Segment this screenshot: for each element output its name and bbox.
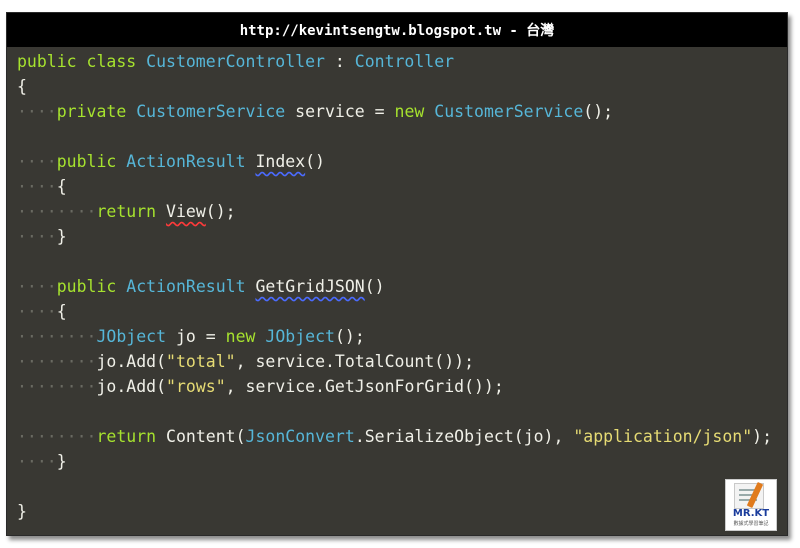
- close-brace: }: [56, 452, 67, 471]
- indent-marker: ····: [17, 452, 57, 471]
- code-text: jo.Add(: [96, 377, 167, 396]
- code-line: ····}: [17, 449, 777, 474]
- code-line: ········JObject jo = new JObject();: [17, 324, 777, 349]
- indent-marker: ····: [17, 277, 57, 296]
- indent-marker: ····: [56, 327, 97, 346]
- blog-url-title: http://kevintsengtw.blogspot.tw - 台灣: [7, 13, 787, 47]
- indent-marker: ····: [17, 377, 57, 396]
- indent-marker: ····: [17, 152, 57, 171]
- string-literal: "rows": [166, 377, 226, 396]
- code-line: ········return View();: [17, 199, 777, 224]
- method-name: Index: [255, 152, 306, 171]
- type-name: CustomerService: [434, 102, 584, 121]
- keyword: return: [96, 427, 167, 446]
- type-name: Controller: [354, 52, 455, 71]
- string-literal: "total": [166, 352, 236, 371]
- keyword: new: [225, 327, 266, 346]
- code-text: :: [324, 52, 355, 71]
- type-name: ActionResult: [126, 152, 246, 171]
- code-line: ····public ActionResult GetGridJSON(): [17, 274, 777, 299]
- indent-marker: ····: [56, 202, 97, 221]
- keyword: public class: [17, 52, 147, 71]
- code-screenshot-frame: http://kevintsengtw.blogspot.tw - 台灣 pub…: [6, 12, 788, 536]
- code-text: );: [752, 427, 773, 446]
- code-text: ();: [334, 327, 365, 346]
- logo-subtitle: 數據式學習筆記: [733, 521, 769, 527]
- code-line: }: [17, 499, 777, 524]
- code-text: ();: [205, 202, 236, 221]
- code-line: ····{: [17, 299, 777, 324]
- type-name: CustomerController: [146, 52, 325, 71]
- code-line: {: [17, 74, 777, 99]
- code-text: Content(: [166, 427, 246, 446]
- indent-marker: ····: [56, 427, 97, 446]
- keyword: new: [394, 102, 435, 121]
- code-text: , service.TotalCount());: [235, 352, 475, 371]
- type-name: JsonConvert: [245, 427, 355, 446]
- keyword: public: [56, 152, 127, 171]
- code-block: public class CustomerController : Contro…: [17, 49, 777, 524]
- open-brace: {: [56, 177, 67, 196]
- method-name: GetGridJSON: [255, 277, 365, 296]
- keyword: return: [96, 202, 167, 221]
- mrkt-logo: MR.KT 數據式學習筆記: [725, 479, 777, 531]
- code-line: ········jo.Add("rows", service.GetJsonFo…: [17, 374, 777, 399]
- indent-marker: ····: [17, 327, 57, 346]
- keyword: private: [56, 102, 137, 121]
- keyword: public: [56, 277, 127, 296]
- code-line: public class CustomerController : Contro…: [17, 49, 777, 74]
- indent-marker: ····: [17, 177, 57, 196]
- indent-marker: ····: [17, 227, 57, 246]
- indent-marker: ····: [17, 427, 57, 446]
- code-line: ········jo.Add("total", service.TotalCou…: [17, 349, 777, 374]
- indent-marker: ····: [56, 377, 97, 396]
- code-text: service =: [285, 102, 395, 121]
- code-line: ····{: [17, 174, 777, 199]
- string-literal: "application/json": [573, 427, 753, 446]
- indent-marker: ····: [17, 302, 57, 321]
- indent-marker: ····: [17, 352, 57, 371]
- open-brace: {: [17, 77, 27, 96]
- type-name: JObject: [265, 327, 335, 346]
- method-name: View: [166, 202, 206, 221]
- code-text: (): [364, 277, 385, 296]
- code-text: (): [305, 152, 325, 171]
- code-line: ····public ActionResult Index(): [17, 149, 777, 174]
- code-text: jo =: [166, 327, 226, 346]
- indent-marker: ····: [56, 352, 97, 371]
- indent-marker: ····: [17, 102, 57, 121]
- close-brace: }: [56, 227, 67, 246]
- type-name: ActionResult: [126, 277, 246, 296]
- logo-brand: MR.KT: [732, 508, 770, 519]
- indent-marker: ····: [17, 202, 57, 221]
- code-line: ····}: [17, 224, 777, 249]
- type-name: CustomerService: [136, 102, 286, 121]
- code-line: ····private CustomerService service = ne…: [17, 99, 777, 124]
- close-brace: }: [17, 502, 27, 521]
- type-name: JObject: [96, 327, 167, 346]
- code-text: .SerializeObject(jo),: [354, 427, 574, 446]
- code-line: ········return Content(JsonConvert.Seria…: [17, 424, 777, 449]
- code-text: , service.GetJsonForGrid());: [225, 377, 504, 396]
- open-brace: {: [56, 302, 67, 321]
- code-text: ();: [583, 102, 614, 121]
- code-text: jo.Add(: [96, 352, 167, 371]
